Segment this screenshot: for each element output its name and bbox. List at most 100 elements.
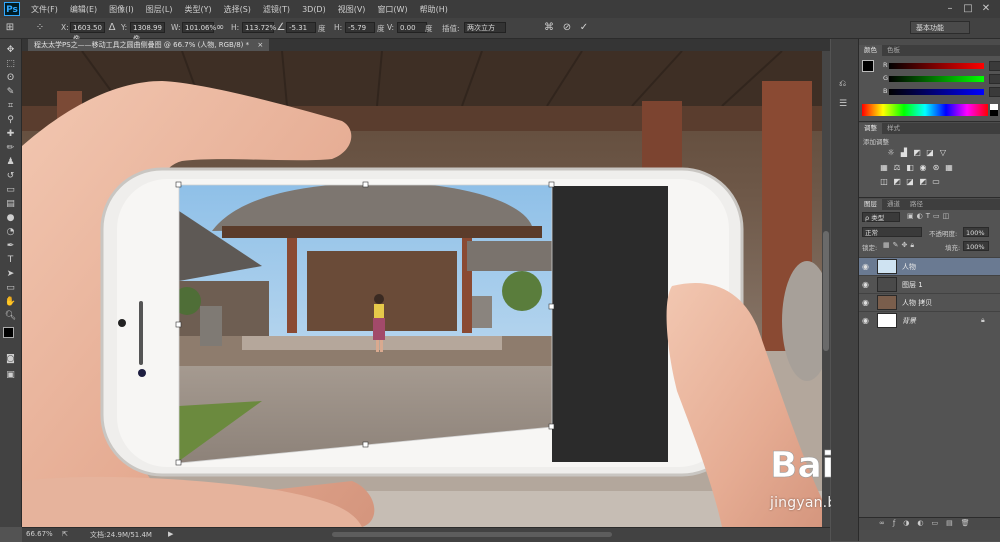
- visibility-eye-icon[interactable]: ◉: [862, 316, 869, 325]
- visibility-eye-icon[interactable]: ◉: [862, 262, 869, 271]
- tab-color[interactable]: 颜色: [859, 45, 882, 56]
- history-icon[interactable]: ⎌: [839, 79, 846, 89]
- shape-tool-icon[interactable]: ▭: [3, 282, 18, 294]
- gradient-map-icon[interactable]: ▭: [931, 177, 941, 186]
- color-spectrum[interactable]: [862, 104, 988, 116]
- foreground-color-swatch[interactable]: [3, 327, 14, 338]
- path-select-icon[interactable]: ➤: [3, 268, 18, 280]
- screen-mode-icon[interactable]: ▣: [3, 369, 18, 381]
- color-fg-swatch[interactable]: [862, 60, 874, 72]
- tab-layers[interactable]: 图层: [859, 199, 882, 210]
- y-input[interactable]: 1308.99 像: [130, 22, 165, 43]
- eyedropper-tool-icon[interactable]: ⚲: [3, 114, 18, 126]
- tab-styles[interactable]: 样式: [882, 123, 905, 134]
- hue-saturation-icon[interactable]: ▦: [879, 163, 889, 172]
- crop-tool-icon[interactable]: ⌗: [3, 100, 18, 112]
- opacity-input[interactable]: 100%: [963, 227, 989, 237]
- stamp-tool-icon[interactable]: ♟: [3, 156, 18, 168]
- history-brush-icon[interactable]: ↺: [3, 170, 18, 182]
- vibrance-icon[interactable]: ▽: [938, 148, 948, 157]
- angle-input[interactable]: -5.31: [286, 22, 316, 33]
- w-input[interactable]: 101.06%: [182, 22, 216, 33]
- red-value[interactable]: [989, 61, 1000, 71]
- delta-icon[interactable]: Δ: [106, 22, 118, 34]
- spectrum-black[interactable]: [990, 110, 998, 116]
- green-value[interactable]: [989, 74, 1000, 84]
- layer-row[interactable]: ◉ 背景 🔒︎: [859, 311, 1000, 329]
- quick-mask-icon[interactable]: ◙: [3, 353, 18, 365]
- menu-select[interactable]: 选择(S): [218, 4, 257, 15]
- visibility-eye-icon[interactable]: ◉: [862, 280, 869, 289]
- blur-tool-icon[interactable]: ●: [3, 212, 18, 224]
- hskew-input[interactable]: -5.79: [345, 22, 375, 33]
- quick-select-tool-icon[interactable]: ✎: [3, 86, 18, 98]
- workspace-select[interactable]: 基本功能: [910, 21, 970, 34]
- warp-icon[interactable]: ⌘: [543, 22, 555, 34]
- x-input[interactable]: 1603.50 像: [70, 22, 105, 43]
- color-balance-icon[interactable]: ⚖: [892, 163, 902, 172]
- fill-input[interactable]: 100%: [963, 241, 989, 251]
- brightness-icon[interactable]: ☼: [886, 148, 896, 157]
- h-input[interactable]: 113.72%: [242, 22, 276, 33]
- marquee-tool-icon[interactable]: ⬚: [3, 58, 18, 70]
- brush-tool-icon[interactable]: ✏: [3, 142, 18, 154]
- visibility-eye-icon[interactable]: ◉: [862, 298, 869, 307]
- layers-footer-icons[interactable]: ∞ƒ◑◐▭▤🗑︎: [879, 519, 978, 527]
- eraser-tool-icon[interactable]: ▭: [3, 184, 18, 196]
- link-icon[interactable]: ∞: [214, 22, 226, 34]
- tab-adjustments[interactable]: 调整: [859, 123, 882, 134]
- invert-icon[interactable]: ◫: [879, 177, 889, 186]
- gradient-tool-icon[interactable]: ▤: [3, 198, 18, 210]
- blend-mode-select[interactable]: 正常: [862, 227, 922, 237]
- lasso-tool-icon[interactable]: ʘ: [3, 72, 18, 84]
- black-white-icon[interactable]: ◧: [905, 163, 915, 172]
- menu-window[interactable]: 窗口(W): [371, 4, 413, 15]
- tab-paths[interactable]: 路径: [905, 199, 928, 210]
- properties-icon[interactable]: ☰: [839, 99, 847, 109]
- minimize-icon[interactable]: –: [942, 2, 958, 15]
- photo-filter-icon[interactable]: ◉: [918, 163, 928, 172]
- layer-filter-select[interactable]: ρ 类型: [862, 212, 900, 222]
- document-close-icon[interactable]: ×: [257, 41, 263, 49]
- tab-swatches[interactable]: 色板: [882, 45, 905, 56]
- move-tool-icon[interactable]: ✥: [3, 44, 18, 56]
- green-slider[interactable]: [889, 76, 984, 82]
- pen-tool-icon[interactable]: ✒: [3, 240, 18, 252]
- zoom-level[interactable]: 66.67%: [26, 530, 53, 538]
- reference-point-icon[interactable]: ⁘: [34, 22, 46, 34]
- horizontal-scrollbar[interactable]: [332, 532, 612, 537]
- menu-file[interactable]: 文件(F): [25, 4, 64, 15]
- maximize-icon[interactable]: □: [960, 2, 976, 15]
- layer-row[interactable]: ◉ 人物 拷贝: [859, 293, 1000, 311]
- tab-channels[interactable]: 通道: [882, 199, 905, 210]
- scrollbar-thumb[interactable]: [823, 231, 829, 351]
- interpolation-select[interactable]: 两次立方: [464, 22, 506, 33]
- status-menu-arrow-icon[interactable]: ▶: [168, 530, 173, 538]
- menu-filter[interactable]: 滤镜(T): [257, 4, 296, 15]
- zoom-tool-icon[interactable]: 🔍︎: [3, 310, 18, 322]
- dodge-tool-icon[interactable]: ◔: [3, 226, 18, 238]
- cancel-transform-icon[interactable]: ⊘: [561, 22, 573, 34]
- color-lookup-icon[interactable]: ▦: [944, 163, 954, 172]
- export-icon[interactable]: ⇱: [62, 530, 68, 538]
- type-tool-icon[interactable]: T: [3, 254, 18, 266]
- menu-view[interactable]: 视图(V): [332, 4, 372, 15]
- lock-icons[interactable]: ▦✎✥🔒︎: [883, 241, 917, 250]
- commit-transform-icon[interactable]: ✓: [578, 22, 590, 34]
- menu-image[interactable]: 图像(I): [103, 4, 140, 15]
- red-slider[interactable]: [889, 63, 984, 69]
- close-icon[interactable]: ✕: [978, 2, 994, 15]
- selective-color-icon[interactable]: ◩: [918, 177, 928, 186]
- blue-value[interactable]: [989, 87, 1000, 97]
- blue-slider[interactable]: [889, 89, 984, 95]
- layer-row[interactable]: ◉ 人物: [859, 257, 1000, 275]
- canvas[interactable]: [22, 51, 828, 527]
- channel-mixer-icon[interactable]: ⊛: [931, 163, 941, 172]
- menu-layer[interactable]: 图层(L): [140, 4, 179, 15]
- curves-icon[interactable]: ◩: [912, 148, 922, 157]
- layer-row[interactable]: ◉ 图层 1: [859, 275, 1000, 293]
- healing-tool-icon[interactable]: ✚: [3, 128, 18, 140]
- posterize-icon[interactable]: ◩: [892, 177, 902, 186]
- menu-help[interactable]: 帮助(H): [414, 4, 454, 15]
- hand-tool-icon[interactable]: ✋: [3, 296, 18, 308]
